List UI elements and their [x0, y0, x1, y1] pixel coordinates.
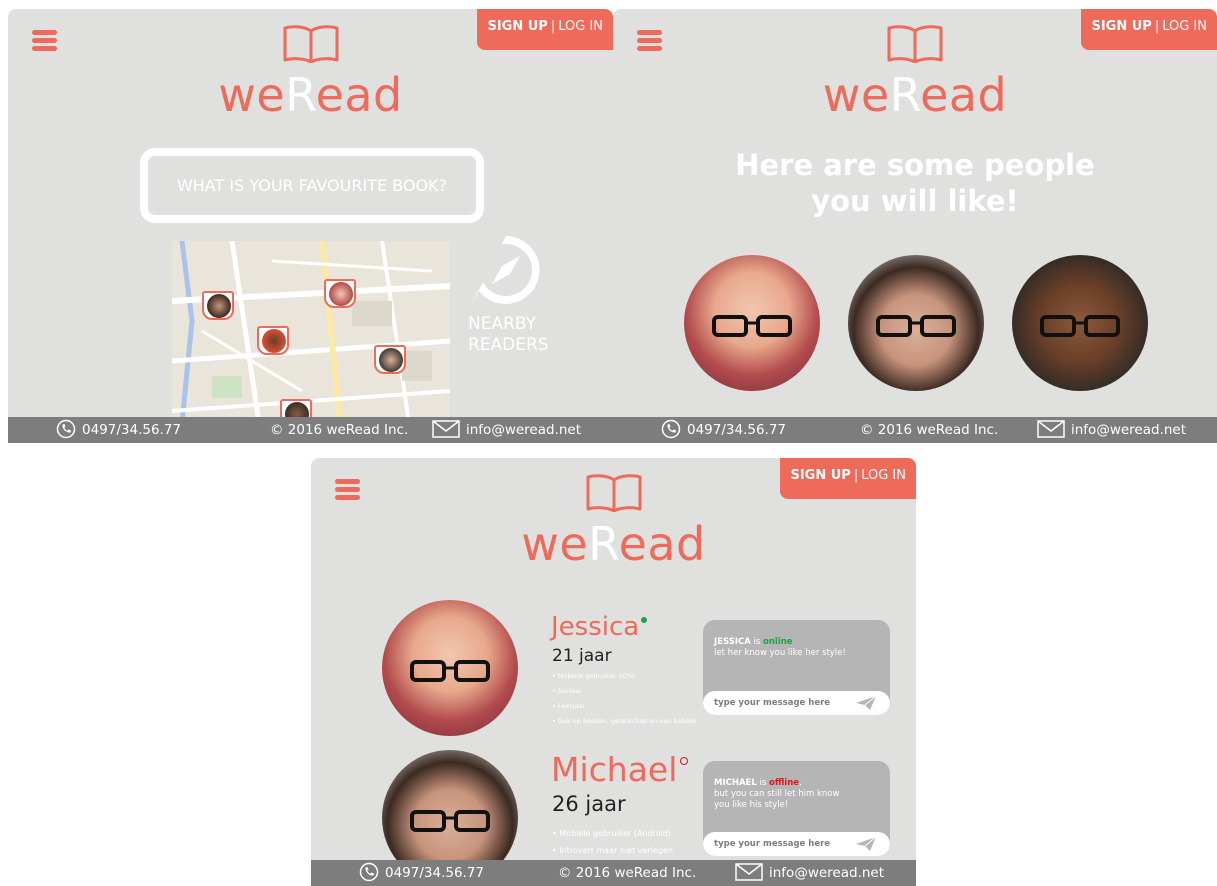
- glasses-icon: [876, 314, 956, 337]
- auth-bar: SIGN UP | LOG IN: [477, 9, 613, 50]
- profile-age-michael: 26 jaar: [552, 792, 626, 816]
- reader-pin[interactable]: [374, 345, 406, 374]
- auth-bar: SIGN UP | LOG IN: [780, 458, 916, 499]
- login-link[interactable]: LOG IN: [1162, 19, 1207, 34]
- screen-search: SIGN UP | LOG IN weRead WHAT IS YOUR FAV…: [8, 9, 613, 443]
- trait-item: Mobiele gebruiker (iOS): [552, 669, 696, 684]
- auth-bar: SIGN UP | LOG IN: [1081, 9, 1217, 50]
- footer-phone[interactable]: 0497/34.56.77: [359, 860, 484, 886]
- readers-label: READERS: [468, 335, 549, 355]
- auth-separator: |: [550, 19, 556, 34]
- favourite-book-search[interactable]: [140, 148, 484, 223]
- logo: weRead: [822, 68, 1008, 122]
- avatar[interactable]: [1012, 255, 1148, 391]
- reader-pin[interactable]: [257, 326, 289, 355]
- mail-icon: [1037, 420, 1065, 438]
- menu-icon[interactable]: [637, 30, 662, 52]
- message-input[interactable]: [714, 832, 844, 856]
- trait-item: Mobiele gebruiker (Android): [552, 825, 673, 842]
- footer-email[interactable]: info@weread.net: [432, 417, 581, 443]
- mail-icon: [735, 863, 763, 881]
- reader-pin[interactable]: [202, 291, 234, 320]
- headline-line-2: you will like!: [811, 184, 1019, 218]
- message-field[interactable]: [703, 832, 890, 856]
- chat-status: MICHAEL is offline, but you can still le…: [714, 778, 840, 810]
- phone-number: 0497/34.56.77: [385, 865, 485, 881]
- recommendations-headline: Here are some people you will like!: [613, 147, 1217, 219]
- signup-link[interactable]: SIGN UP: [1091, 19, 1151, 34]
- email-address: info@weread.net: [1071, 422, 1187, 438]
- email-address: info@weread.net: [769, 865, 885, 881]
- book-icon: [586, 474, 641, 512]
- footer: 0497/34.56.77 © 2016 weRead Inc. info@we…: [8, 417, 613, 443]
- send-icon[interactable]: [856, 696, 876, 710]
- message-input[interactable]: [714, 691, 844, 715]
- trait-item: Introvert maar niet verlegen: [552, 842, 673, 859]
- footer-email[interactable]: info@weread.net: [735, 860, 884, 886]
- logo: weRead: [521, 517, 706, 571]
- profile-name-michael: Michael: [551, 750, 689, 789]
- footer-copyright: © 2016 weRead Inc.: [270, 422, 409, 438]
- profile-name-jessica: Jessica: [551, 612, 648, 642]
- favourite-book-input[interactable]: [148, 156, 476, 215]
- footer-phone[interactable]: 0497/34.56.77: [661, 417, 786, 443]
- phone-icon: [56, 419, 76, 439]
- footer: 0497/34.56.77 © 2016 weRead Inc. info@we…: [311, 860, 916, 886]
- compass-icon[interactable]: [468, 232, 544, 308]
- profile-avatar-jessica[interactable]: [382, 600, 518, 736]
- online-dot-icon: [641, 617, 648, 623]
- trait-item: Sociaal: [552, 684, 696, 699]
- reader-pin[interactable]: [324, 279, 356, 308]
- glasses-icon: [712, 314, 792, 337]
- glasses-icon: [410, 809, 490, 832]
- phone-icon: [661, 419, 681, 439]
- chat-status: JESSICA is online let her know you like …: [714, 637, 846, 658]
- phone-icon: [359, 862, 379, 882]
- chat-card-jessica: JESSICA is online let her know you like …: [703, 620, 890, 715]
- login-link[interactable]: LOG IN: [558, 19, 603, 34]
- send-icon[interactable]: [856, 837, 876, 851]
- glasses-icon: [1040, 314, 1120, 337]
- login-link[interactable]: LOG IN: [861, 468, 906, 483]
- auth-separator: |: [1154, 19, 1160, 34]
- footer-copyright: © 2016 weRead Inc.: [558, 865, 697, 881]
- menu-icon[interactable]: [335, 479, 360, 501]
- footer: 0497/34.56.77 © 2016 weRead Inc. info@we…: [613, 417, 1217, 443]
- footer-phone[interactable]: 0497/34.56.77: [56, 417, 181, 443]
- trait-list-jessica: Mobiele gebruiker (iOS) Sociaal Feesjaar…: [552, 669, 696, 729]
- headline-line-1: Here are some people: [735, 148, 1095, 182]
- nearby-map[interactable]: [172, 241, 450, 443]
- avatar[interactable]: [848, 255, 984, 391]
- offline-dot-icon: [680, 757, 689, 765]
- book-icon: [887, 25, 943, 63]
- nearby-readers-link[interactable]: NEARBY READERS: [468, 314, 549, 356]
- footer-email[interactable]: info@weread.net: [1037, 417, 1186, 443]
- menu-icon[interactable]: [32, 30, 57, 52]
- screen-recommendations: SIGN UP | LOG IN weRead Here are some peop…: [613, 9, 1217, 443]
- signup-link[interactable]: SIGN UP: [790, 468, 850, 483]
- glasses-icon: [410, 659, 490, 682]
- mail-icon: [432, 420, 460, 438]
- book-icon: [283, 25, 338, 63]
- trait-list-michael: Mobiele gebruiker (Android) Introvert ma…: [552, 825, 673, 859]
- phone-number: 0497/34.56.77: [687, 422, 787, 438]
- logo: weRead: [218, 68, 403, 122]
- profile-age-jessica: 21 jaar: [552, 646, 612, 666]
- phone-number: 0497/34.56.77: [82, 422, 182, 438]
- auth-separator: |: [853, 468, 859, 483]
- trait-item: Gek op boeken, gezelschap en een babbel: [552, 714, 696, 729]
- nearby-label: NEARBY: [468, 314, 537, 334]
- chat-card-michael: MICHAEL is offline, but you can still le…: [703, 761, 890, 856]
- footer-copyright: © 2016 weRead Inc.: [860, 422, 999, 438]
- message-field[interactable]: [703, 691, 890, 715]
- screen-profiles: SIGN UP|LOG IN weRead Jessica 21 jaar Mo…: [311, 458, 916, 886]
- trait-item: Feesjaar: [552, 699, 696, 714]
- signup-link[interactable]: SIGN UP: [487, 19, 547, 34]
- email-address: info@weread.net: [466, 422, 582, 438]
- avatar[interactable]: [684, 255, 820, 391]
